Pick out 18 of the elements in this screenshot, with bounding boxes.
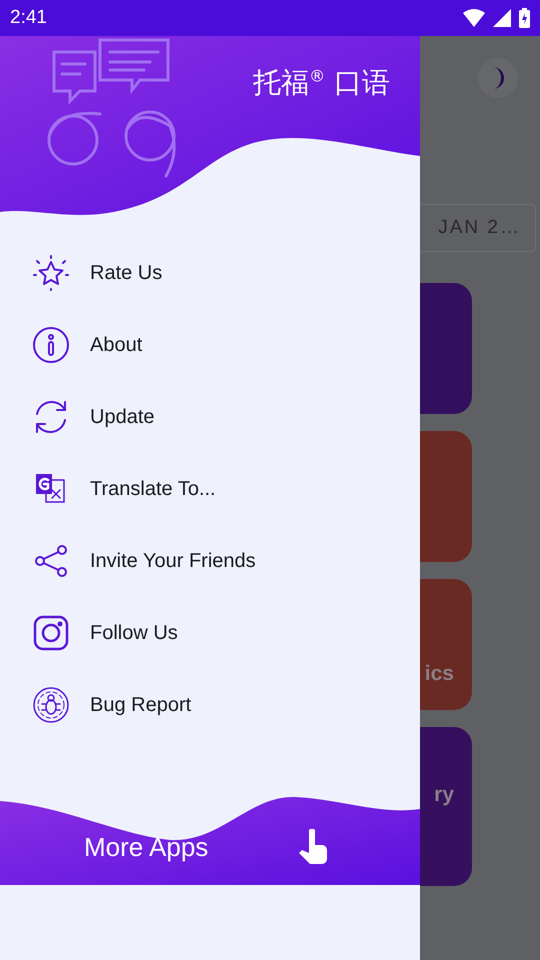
app-title: 托福$^{®}$ 口语: [253, 65, 390, 101]
battery-icon: [519, 8, 530, 28]
dark-mode-button[interactable]: [478, 58, 518, 98]
menu-item[interactable]: Update: [0, 381, 420, 453]
signal-icon: [493, 9, 511, 27]
star-icon: [32, 254, 70, 292]
status-time: 2:41: [10, 7, 47, 29]
camera-icon: [32, 614, 70, 652]
bug-icon: [32, 686, 70, 724]
share-icon: [32, 542, 70, 580]
pointing-hand-icon: [298, 829, 328, 865]
menu-item[interactable]: Bug Report: [0, 669, 420, 741]
info-icon: [32, 326, 70, 364]
menu-item[interactable]: About: [0, 309, 420, 381]
menu-item[interactable]: Invite Your Friends: [0, 525, 420, 597]
menu-item[interactable]: Follow Us: [0, 597, 420, 669]
wifi-icon: [463, 9, 485, 27]
menu-item[interactable]: Translate To...: [0, 453, 420, 525]
